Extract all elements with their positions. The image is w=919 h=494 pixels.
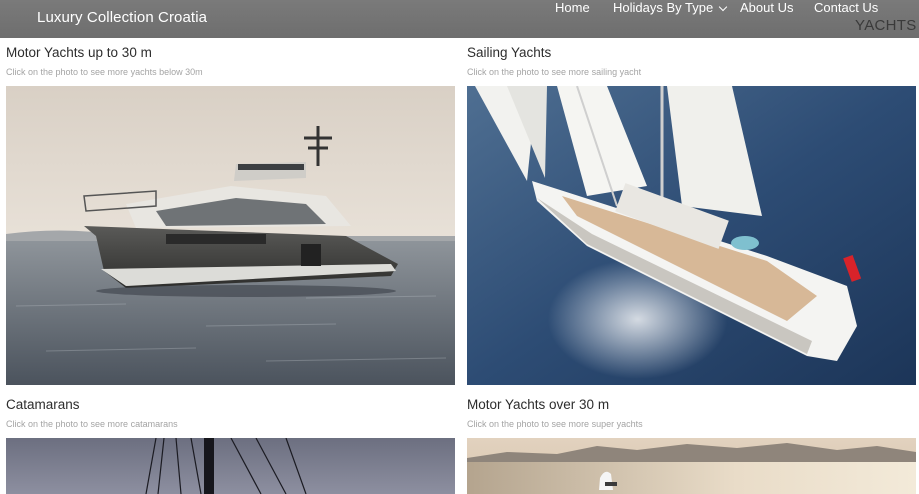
page-heading-overlay: YACHTS <box>855 17 917 34</box>
nav-holidays-label: Holidays By Type <box>613 0 714 15</box>
nav-about-us[interactable]: About Us <box>740 0 793 15</box>
card-title: Motor Yachts over 30 m <box>467 397 610 412</box>
motor-yacht-photo[interactable] <box>6 86 455 385</box>
chevron-down-icon <box>718 2 728 12</box>
motor-yacht-image <box>6 86 455 385</box>
card-sailing-yachts: Sailing Yachts Click on the photo to see… <box>467 45 641 77</box>
nav-holidays-by-type[interactable]: Holidays By Type <box>613 0 728 15</box>
card-motor-yachts-over-30: Motor Yachts over 30 m Click on the phot… <box>467 397 643 429</box>
card-subtitle: Click on the photo to see more sailing y… <box>467 67 642 77</box>
super-yacht-image <box>467 438 916 494</box>
site-header: Luxury Collection Croatia Home Holidays … <box>0 0 919 38</box>
card-title: Motor Yachts up to 30 m <box>6 45 152 60</box>
catamaran-photo[interactable] <box>6 438 455 494</box>
sailing-yacht-image <box>467 86 916 385</box>
nav-contact-us[interactable]: Contact Us <box>814 0 878 15</box>
card-catamarans: Catamarans Click on the photo to see mor… <box>6 397 178 429</box>
site-logo-text[interactable]: Luxury Collection Croatia <box>37 9 207 26</box>
card-title: Sailing Yachts <box>467 45 552 60</box>
card-subtitle: Click on the photo to see more catamaran… <box>6 419 178 429</box>
card-motor-yachts-under-30: Motor Yachts up to 30 m Click on the pho… <box>6 45 203 77</box>
nav-home[interactable]: Home <box>555 0 590 15</box>
super-yacht-photo[interactable] <box>467 438 916 494</box>
catamaran-image <box>6 438 455 494</box>
sailing-yacht-photo[interactable] <box>467 86 916 385</box>
card-title: Catamarans <box>6 397 80 412</box>
card-subtitle: Click on the photo to see more super yac… <box>467 419 643 429</box>
card-subtitle: Click on the photo to see more yachts be… <box>6 67 203 77</box>
